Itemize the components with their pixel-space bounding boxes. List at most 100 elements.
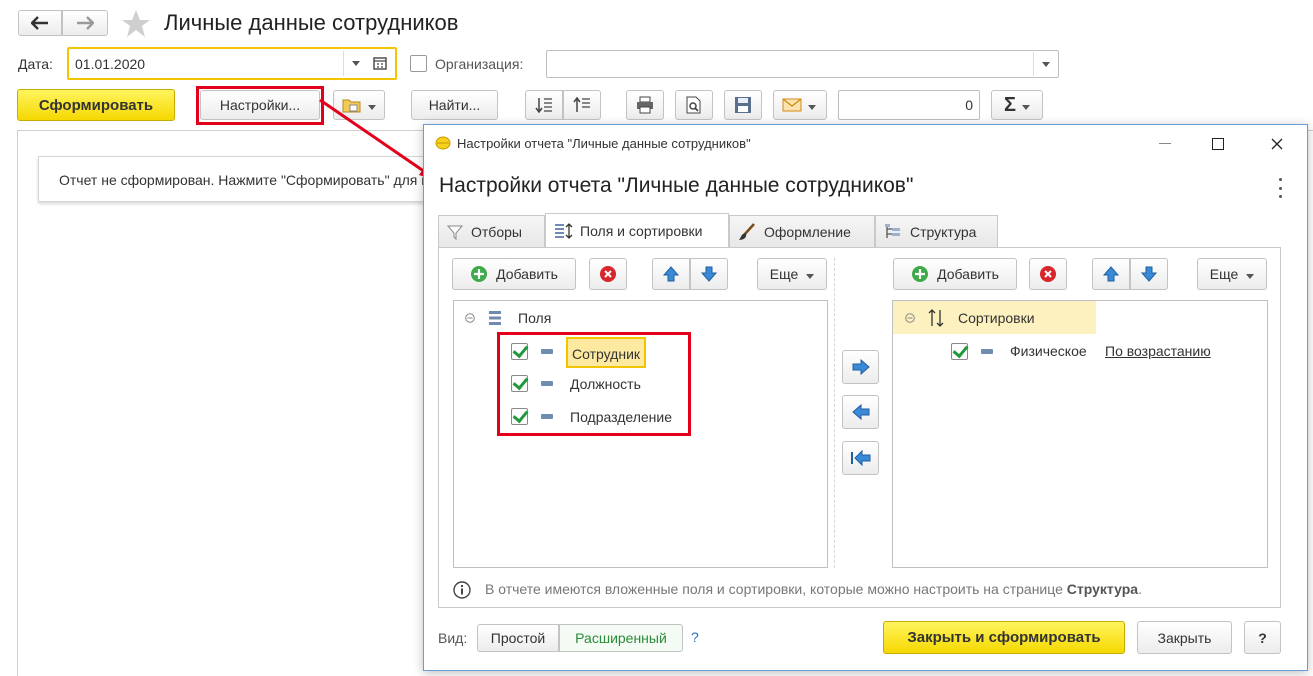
arrow-down-icon [701,266,717,282]
close-window-button[interactable] [1262,134,1292,154]
fields-sort-icon [555,222,573,239]
collapse-node-icon[interactable] [465,313,475,323]
sorting-move-down-button[interactable] [1130,258,1168,290]
sorting-item-person[interactable]: Физическое [1010,343,1087,359]
chevron-down-icon [806,266,814,282]
printer-icon [637,96,653,114]
send-email-button[interactable] [773,90,827,120]
plus-icon [912,266,929,282]
organization-checkbox[interactable] [410,55,427,72]
view-simple-button[interactable]: Простой [477,624,559,652]
tab-filters[interactable]: Отборы [438,215,545,247]
maximize-icon [1212,138,1224,150]
collapse-node-icon[interactable] [905,313,915,323]
help-button[interactable]: ? [1244,621,1281,654]
close-and-generate-button[interactable]: Закрыть и сформировать [883,621,1125,654]
dialog-more-icon[interactable] [1276,178,1284,198]
sum-field[interactable]: 0 [838,90,980,120]
settings-highlight [196,86,324,125]
sorting-add-button[interactable]: Добавить [893,258,1017,290]
structure-icon [885,223,900,238]
arrow-left-blue-icon [851,404,869,420]
delete-icon [1040,266,1056,282]
sum-dropdown-icon [1022,97,1030,113]
remove-from-sorting-button[interactable] [842,395,879,429]
sorting-move-up-button[interactable] [1092,258,1130,290]
preview-button[interactable] [675,90,713,120]
organization-field[interactable] [546,50,1059,78]
brush-icon [739,222,755,240]
expand-icon [535,98,552,114]
page-title: Личные данные сотрудников [164,10,459,35]
chevron-down-icon [1246,266,1254,282]
sigma-icon: Σ [1003,93,1016,116]
delete-icon [600,266,616,282]
field-icon [981,349,993,354]
sorting-order-link[interactable]: По возрастанию [1105,343,1211,359]
tab-appearance[interactable]: Оформление [729,215,875,247]
maximize-button[interactable] [1203,134,1233,154]
arrow-up-icon [663,266,679,282]
sorting-more-button[interactable]: Еще [1197,258,1267,290]
organization-label: Организация: [435,56,524,72]
fields-root-label: Поля [518,310,552,326]
calendar-icon[interactable] [373,56,387,70]
arrow-right-blue-icon [852,359,870,375]
minimize-icon [1159,143,1171,144]
sorting-checkbox-person[interactable] [951,343,968,360]
arrow-left-double-icon [850,450,870,466]
print-button[interactable] [626,90,664,120]
send-dropdown-icon [808,97,816,113]
organization-dropdown-icon[interactable] [1033,52,1057,76]
collapse-groups-button[interactable] [563,90,601,120]
info-structure-link: Структура [1066,581,1139,597]
tab-structure[interactable]: Структура [875,215,998,247]
arrow-down-icon [1141,266,1157,282]
fields-move-down-button[interactable] [690,258,728,290]
sorting-root-label: Сортировки [958,310,1035,326]
expand-groups-button[interactable] [525,90,563,120]
date-dropdown-icon[interactable] [343,51,367,76]
arrow-right-icon [77,16,94,30]
date-value: 01.01.2020 [75,55,146,72]
info-text: В отчете имеются вложенные поля и сортир… [485,581,1142,597]
panel-splitter[interactable] [834,258,835,568]
view-help-link[interactable]: ? [691,629,699,645]
fields-group-icon [489,311,501,325]
sum-button[interactable]: Σ [991,90,1043,120]
fields-move-up-button[interactable] [652,258,690,290]
view-extended-button[interactable]: Расширенный [559,624,683,652]
info-icon [453,581,471,599]
add-to-sorting-button[interactable] [842,350,879,384]
back-button[interactable] [18,10,62,36]
save-button[interactable] [724,90,762,120]
app-logo-icon [435,136,451,150]
funnel-icon [447,225,463,240]
remove-all-sorting-button[interactable] [842,441,879,475]
fields-delete-button[interactable] [589,258,627,290]
fields-highlight [497,332,691,436]
sorting-delete-button[interactable] [1029,258,1067,290]
minimize-button[interactable] [1150,134,1180,154]
envelope-icon [782,98,802,112]
view-label: Вид: [438,630,468,646]
arrow-left-icon [31,16,48,30]
dialog-window-title: Настройки отчета "Личные данные сотрудни… [457,136,751,151]
fields-add-button[interactable]: Добавить [452,258,576,290]
sort-order-icon [928,309,944,327]
fields-more-button[interactable]: Еще [757,258,827,290]
close-button[interactable]: Закрыть [1137,621,1232,654]
close-icon [1271,138,1283,150]
generate-button[interactable]: Сформировать [17,89,175,121]
forward-button[interactable] [62,10,108,36]
favorite-star-icon[interactable] [121,9,151,38]
sum-value: 0 [965,97,973,113]
dialog-heading: Настройки отчета "Личные данные сотрудни… [439,174,914,197]
save-icon [735,97,751,113]
arrow-up-icon [1103,266,1119,282]
preview-icon [686,96,701,114]
sorting-tree[interactable] [892,300,1268,568]
tab-fields-sorting[interactable]: Поля и сортировки [545,213,729,247]
collapse-icon [573,96,590,112]
plus-icon [471,266,488,282]
